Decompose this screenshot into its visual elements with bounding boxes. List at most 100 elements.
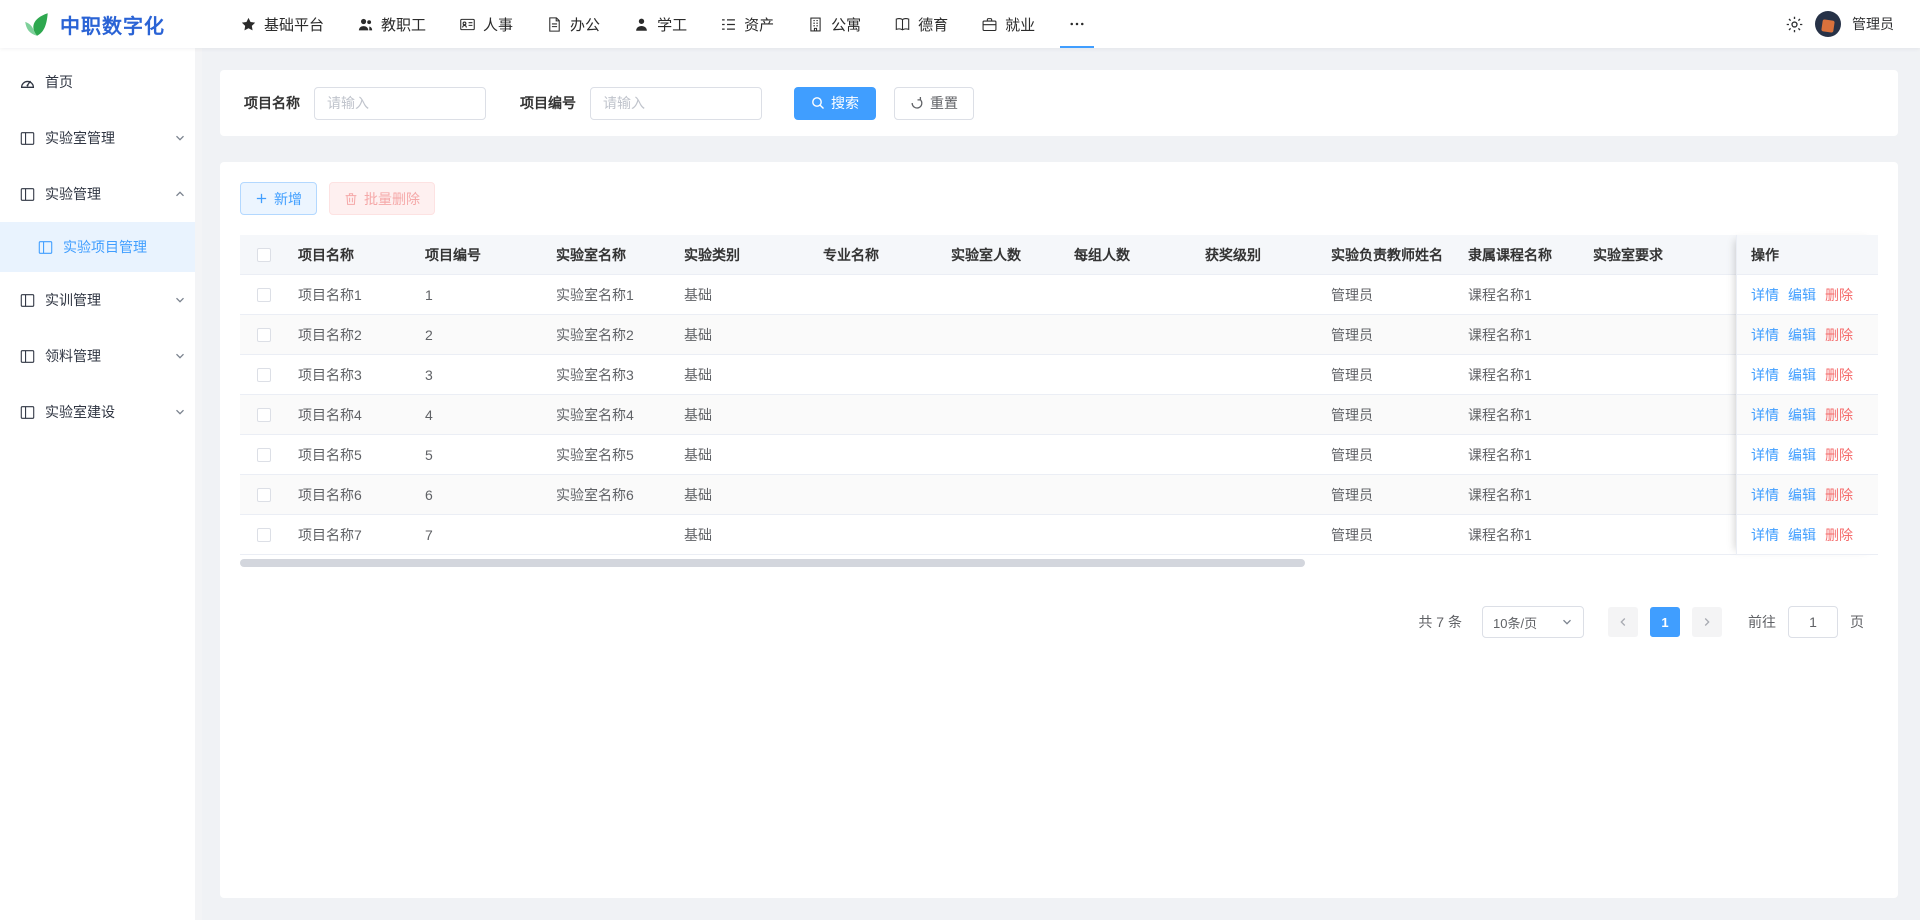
panel-icon: [20, 349, 35, 364]
column-header-9: 实验负责教师姓名: [1321, 245, 1458, 265]
edit-link[interactable]: 编辑: [1788, 445, 1816, 465]
row-checkbox[interactable]: [257, 528, 271, 542]
home-gauge-icon: [20, 75, 35, 90]
edit-link[interactable]: 编辑: [1788, 325, 1816, 345]
more-dots-icon: [1069, 16, 1085, 32]
row-check-cell: [240, 448, 288, 462]
column-header-3: 实验室名称: [546, 245, 674, 265]
delete-link[interactable]: 删除: [1825, 525, 1853, 545]
cell-code: 7: [415, 527, 546, 543]
row-checkbox[interactable]: [257, 488, 271, 502]
topnav-item-2[interactable]: 教职工: [341, 0, 443, 48]
next-page-button[interactable]: [1692, 607, 1722, 637]
topnav-item-10[interactable]: [1052, 0, 1102, 48]
detail-link[interactable]: 详情: [1751, 325, 1779, 345]
topnav-item-4[interactable]: 办公: [530, 0, 617, 48]
topnav-item-1[interactable]: 基础平台: [224, 0, 341, 48]
chevron-up-icon: [174, 188, 186, 200]
delete-link[interactable]: 删除: [1825, 325, 1853, 345]
delete-link[interactable]: 删除: [1825, 365, 1853, 385]
settings-gear-icon[interactable]: [1785, 15, 1804, 34]
avatar[interactable]: [1815, 11, 1841, 37]
row-checkbox[interactable]: [257, 408, 271, 422]
cell-type: 基础: [674, 325, 813, 345]
sidebar-item-3[interactable]: 实验管理: [0, 166, 202, 222]
goto-unit-label: 页: [1850, 612, 1864, 632]
pagination: 共 7 条 10条/页 1 前往 页: [240, 606, 1878, 638]
project-name-input[interactable]: [314, 87, 486, 120]
project-code-input[interactable]: [590, 87, 762, 120]
pagination-total: 共 7 条: [1418, 612, 1462, 632]
detail-link[interactable]: 详情: [1751, 485, 1779, 505]
topnav-item-7[interactable]: 公寓: [791, 0, 878, 48]
sidebar-item-1[interactable]: 首页: [0, 54, 202, 110]
delete-link[interactable]: 删除: [1825, 445, 1853, 465]
reset-button[interactable]: 重置: [894, 87, 974, 120]
row-checkbox[interactable]: [257, 328, 271, 342]
topnav-item-8[interactable]: 德育: [878, 0, 965, 48]
page-size-select[interactable]: 10条/页: [1482, 606, 1584, 638]
delete-link[interactable]: 删除: [1825, 405, 1853, 425]
main-content: 项目名称 项目编号 搜索 重置 新增: [202, 48, 1920, 920]
batch-delete-button[interactable]: 批量删除: [329, 182, 435, 215]
edit-link[interactable]: 编辑: [1788, 525, 1816, 545]
row-checkbox[interactable]: [257, 288, 271, 302]
column-header-11: 实验室要求: [1583, 245, 1718, 265]
row-check-cell: [240, 288, 288, 302]
sidebar-item-label: 实训管理: [45, 290, 174, 310]
prev-page-button[interactable]: [1608, 607, 1638, 637]
edit-link[interactable]: 编辑: [1788, 365, 1816, 385]
apartment-icon: [808, 17, 823, 32]
topnav-item-label: 就业: [1005, 14, 1035, 35]
cell-name: 项目名称3: [288, 365, 415, 385]
sidebar-item-label: 领料管理: [45, 346, 174, 366]
topnav-item-9[interactable]: 就业: [965, 0, 1052, 48]
topnav-right: 管理员: [1785, 11, 1894, 37]
detail-link[interactable]: 详情: [1751, 365, 1779, 385]
detail-link[interactable]: 详情: [1751, 405, 1779, 425]
cell-name: 项目名称7: [288, 525, 415, 545]
cell-course: 课程名称1: [1458, 485, 1583, 505]
sidebar-item-6[interactable]: 实验室建设: [0, 384, 202, 440]
refresh-icon: [910, 96, 924, 110]
edit-link[interactable]: 编辑: [1788, 405, 1816, 425]
topnav-item-5[interactable]: 学工: [617, 0, 704, 48]
search-button[interactable]: 搜索: [794, 87, 876, 120]
sidebar-subitem-3-1[interactable]: 实验项目管理: [0, 222, 202, 272]
sidebar-item-5[interactable]: 领料管理: [0, 328, 202, 384]
cell-lab: 实验室名称1: [546, 285, 674, 305]
detail-link[interactable]: 详情: [1751, 285, 1779, 305]
horizontal-scrollbar-track: [240, 558, 1878, 570]
select-all-checkbox[interactable]: [257, 248, 271, 262]
edit-link[interactable]: 编辑: [1788, 285, 1816, 305]
sidebar-item-4[interactable]: 实训管理: [0, 272, 202, 328]
horizontal-scrollbar[interactable]: [240, 559, 1305, 567]
op-row-4: 详情编辑删除: [1737, 395, 1878, 435]
edit-link[interactable]: 编辑: [1788, 485, 1816, 505]
goto-page-input[interactable]: [1788, 606, 1838, 638]
delete-link[interactable]: 删除: [1825, 285, 1853, 305]
column-header-7: 每组人数: [1064, 245, 1195, 265]
current-user[interactable]: 管理员: [1852, 14, 1894, 34]
goto-label: 前往: [1748, 612, 1776, 632]
row-checkbox[interactable]: [257, 368, 271, 382]
detail-link[interactable]: 详情: [1751, 525, 1779, 545]
row-checkbox[interactable]: [257, 448, 271, 462]
add-button[interactable]: 新增: [240, 182, 317, 215]
cell-type: 基础: [674, 365, 813, 385]
topnav-item-6[interactable]: 资产: [704, 0, 791, 48]
op-row-6: 详情编辑删除: [1737, 475, 1878, 515]
topnav-item-3[interactable]: 人事: [443, 0, 530, 48]
job-briefcase-icon: [982, 17, 997, 32]
column-header-4: 实验类别: [674, 245, 813, 265]
row-check-cell: [240, 328, 288, 342]
reset-button-label: 重置: [930, 93, 958, 113]
topnav-item-label: 人事: [483, 14, 513, 35]
cell-name: 项目名称6: [288, 485, 415, 505]
sidebar-item-2[interactable]: 实验室管理: [0, 110, 202, 166]
page-1-button[interactable]: 1: [1650, 607, 1680, 637]
detail-link[interactable]: 详情: [1751, 445, 1779, 465]
cell-type: 基础: [674, 485, 813, 505]
delete-link[interactable]: 删除: [1825, 485, 1853, 505]
page-size-value: 10条/页: [1493, 613, 1537, 632]
